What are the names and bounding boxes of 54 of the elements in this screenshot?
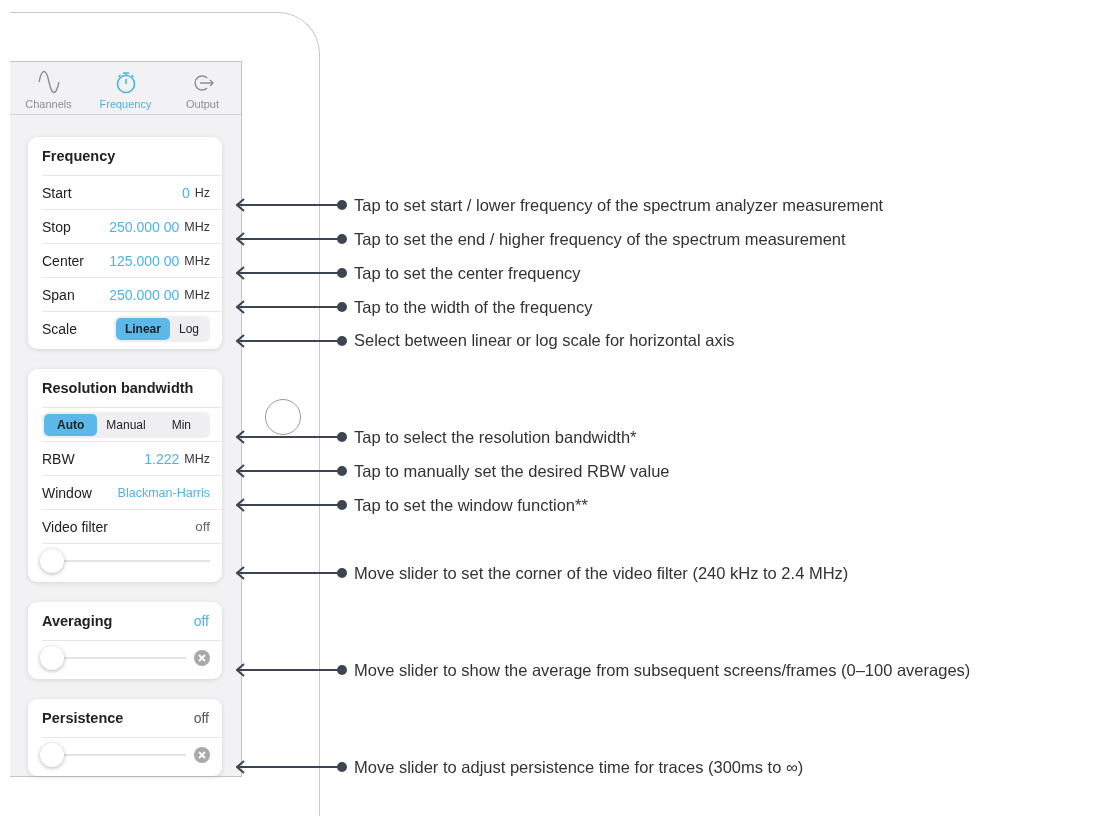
slider-thumb[interactable] [40,646,64,670]
value-link[interactable]: 250.000 00 [109,218,180,235]
section-title: Frequency [42,148,116,164]
segment-button[interactable]: Min [154,413,208,436]
segment-button[interactable]: Auto [44,413,98,436]
annotation-text: Tap to set the center frequency [354,263,581,283]
row-label: Video filter [42,518,108,535]
status-value: off [195,519,210,534]
annotation-text: Move slider to adjust persistence time for traces (300ms to ∞) [354,757,804,777]
sine-wave-icon [36,70,61,94]
value-link[interactable]: 1.222 [144,450,180,467]
unit-label: MHz [184,451,210,466]
section-value[interactable]: off [193,613,209,629]
clear-icon[interactable] [194,650,210,666]
row-label: Scale [42,320,78,337]
section-title: Resolution bandwidth [42,380,194,396]
unit-label: MHz [184,219,210,234]
unit-label: MHz [184,253,210,268]
annotation-text: Tap to the width of the frequency [354,297,593,317]
row-label: RBW [42,450,75,467]
section-title: Persistence [42,710,124,726]
segment-button[interactable]: Log [169,317,208,340]
tab[interactable]: Channels [10,62,87,114]
value-link[interactable]: 0 [181,184,190,201]
annotation-text: Tap to set the end / higher frequency of the spectrum measurement [354,229,846,249]
tab[interactable]: Output [164,62,241,114]
slider-thumb[interactable] [40,743,64,767]
slider[interactable] [42,646,186,670]
row-label: Stop [42,218,71,235]
row-label: Center [42,252,85,269]
value-link[interactable]: 250.000 00 [109,286,180,303]
annotation-text: Tap to set the window function** [354,495,588,515]
slider[interactable] [42,549,210,573]
segment-button[interactable]: Manual [97,413,155,436]
value-link[interactable]: 125.000 00 [109,252,180,269]
row-label: Window [42,484,92,501]
tab[interactable]: Frequency [87,62,164,114]
value-link[interactable]: Blackman-Harris [117,485,210,500]
unit-label: MHz [184,287,210,302]
annotation-text: Select between linear or log scale for horizontal axis [354,331,735,350]
segment-button[interactable]: Linear [115,317,170,340]
annotation-text: Tap to manually set the desired RBW value [354,461,670,481]
unit-label: Hz [194,185,210,200]
annotation-text: Tap to set start / lower frequency of the spectrum analyzer measurement [354,195,884,215]
row-label: Span [42,286,75,303]
section-value: off [193,710,209,726]
annotation-text: Move slider to show the average from subsequent screens/frames (0–100 averages) [354,660,971,680]
clear-icon[interactable] [194,747,210,763]
slider[interactable] [42,743,186,767]
slider-thumb[interactable] [40,549,64,573]
row-label: Start [42,184,72,201]
annotation-text: Move slider to set the corner of the video filter (240 kHz to 2.4 MHz) [354,563,849,583]
annotation-text: Tap to select the resolution bandwidth* [354,427,637,447]
section-title: Averaging [42,613,113,629]
